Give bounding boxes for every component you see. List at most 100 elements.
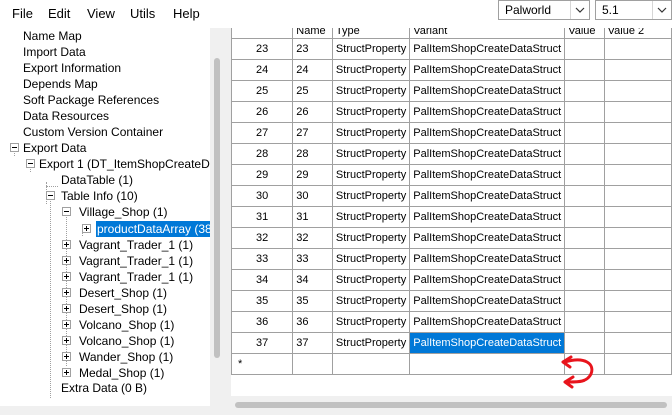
type-cell[interactable]: StructProperty (331, 248, 411, 270)
expand-icon[interactable] (62, 240, 71, 249)
row-index-cell[interactable]: 23 (231, 38, 294, 60)
collapse-icon[interactable] (26, 159, 35, 168)
expand-icon[interactable] (62, 352, 71, 361)
value-cell[interactable] (564, 164, 605, 186)
expand-icon[interactable] (62, 320, 71, 329)
table-row[interactable]: 33 33 StructProperty PalItemShopCreateDataS… (231, 248, 672, 270)
tree-item-desert-shop[interactable]: Desert_Shop (1) (78, 285, 168, 301)
tree-scrollbar-thumb[interactable] (214, 58, 220, 358)
name-cell[interactable]: 30 (292, 185, 333, 207)
row-index-cell[interactable]: 28 (231, 143, 294, 165)
table-row[interactable]: 34 34 StructProperty PalItemShopCreateDataS… (231, 269, 672, 291)
type-cell[interactable]: StructProperty (331, 80, 411, 102)
row-index-cell[interactable]: 32 (231, 227, 294, 249)
name-cell[interactable]: 32 (292, 227, 333, 249)
tree-item-export-information[interactable]: Export Information (22, 60, 122, 76)
value-2-cell[interactable] (603, 38, 672, 60)
value-cell[interactable] (564, 143, 605, 165)
tree-item-vagrant-trader[interactable]: Vagrant_Trader_1 (1) (78, 237, 194, 253)
expand-icon[interactable] (62, 288, 71, 297)
table-row[interactable]: 35 35 StructProperty PalItemShopCreateDataS… (231, 290, 672, 312)
type-cell[interactable]: StructProperty (331, 59, 411, 81)
tree-item-table-info[interactable]: Table Info (10) (60, 188, 139, 204)
game-select[interactable]: Palworld (498, 0, 590, 20)
name-cell[interactable]: 36 (292, 311, 333, 333)
value-cell[interactable] (564, 227, 605, 249)
tree-hscrollbar[interactable] (0, 406, 226, 415)
tree-item-medal-shop[interactable]: Medal_Shop (1) (78, 365, 165, 381)
name-cell[interactable]: 28 (292, 143, 333, 165)
row-index-cell[interactable]: 34 (231, 269, 294, 291)
table-row[interactable]: 29 29 StructProperty PalItemShopCreateDataS… (231, 164, 672, 186)
table-row[interactable]: 32 32 StructProperty PalItemShopCreateDataS… (231, 227, 672, 249)
value-cell[interactable] (564, 269, 605, 291)
table-row[interactable]: 23 23 StructProperty PalItemShopCreateDataS… (231, 38, 672, 60)
value-2-cell[interactable] (603, 101, 672, 123)
menu-edit[interactable]: Edit (48, 6, 70, 21)
column-header-value-2[interactable]: Value 2 (603, 28, 672, 39)
name-cell[interactable]: 27 (292, 122, 333, 144)
table-row[interactable]: 37 37 StructProperty PalItemShopCreateDataS… (231, 332, 672, 354)
row-index-cell[interactable]: 35 (231, 290, 294, 312)
row-index-cell[interactable]: 36 (231, 311, 294, 333)
value-2-cell[interactable] (603, 122, 672, 144)
collapse-icon[interactable] (10, 143, 19, 152)
table-row[interactable]: 26 26 StructProperty PalItemShopCreateDataS… (231, 101, 672, 123)
new-row-cell[interactable] (292, 353, 333, 375)
tree-item-export-1[interactable]: Export 1 (DT_ItemShopCreateData) (38, 156, 210, 172)
variant-cell[interactable]: PalItemShopCreateDataStruct (409, 185, 566, 207)
type-cell[interactable]: StructProperty (331, 227, 411, 249)
tree-item-village-shop[interactable]: Village_Shop (1) (78, 204, 169, 220)
type-cell[interactable]: StructProperty (331, 143, 411, 165)
name-cell[interactable]: 25 (292, 80, 333, 102)
tree-item-extra-data[interactable]: Extra Data (0 B) (60, 380, 148, 396)
tree-item-product-data-array[interactable]: productDataArray (38) (95, 220, 210, 238)
table-row[interactable]: 31 31 StructProperty PalItemShopCreateDataS… (231, 206, 672, 228)
value-2-cell[interactable] (603, 248, 672, 270)
value-2-cell[interactable] (603, 164, 672, 186)
row-index-cell[interactable]: 29 (231, 164, 294, 186)
variant-cell[interactable]: PalItemShopCreateDataStruct (409, 248, 566, 270)
menu-view[interactable]: View (87, 6, 115, 21)
column-header-variant[interactable]: Variant (409, 28, 566, 39)
value-cell[interactable] (564, 248, 605, 270)
value-cell[interactable] (564, 122, 605, 144)
variant-cell[interactable]: PalItemShopCreateDataStruct (409, 38, 566, 60)
type-cell[interactable]: StructProperty (331, 164, 411, 186)
new-row-cell[interactable] (409, 353, 566, 375)
row-index-cell[interactable]: 26 (231, 101, 294, 123)
name-cell[interactable]: 29 (292, 164, 333, 186)
variant-cell[interactable]: PalItemShopCreateDataStruct (409, 80, 566, 102)
tree-item-import-data[interactable]: Import Data (22, 44, 87, 60)
expand-icon[interactable] (62, 256, 71, 265)
tree-item-vagrant-trader[interactable]: Vagrant_Trader_1 (1) (78, 253, 194, 269)
name-cell[interactable]: 37 (292, 332, 333, 354)
row-index-cell[interactable]: 30 (231, 185, 294, 207)
row-index-cell[interactable]: 31 (231, 206, 294, 228)
property-grid[interactable]: Name Type Variant Value Value 2 23 23 Stru… (231, 28, 672, 396)
value-2-cell[interactable] (603, 80, 672, 102)
expand-icon[interactable] (62, 368, 71, 377)
type-cell[interactable]: StructProperty (331, 122, 411, 144)
value-cell[interactable] (564, 59, 605, 81)
tree-item-volcano-shop[interactable]: Volcano_Shop (1) (78, 333, 175, 349)
new-row-cell[interactable] (603, 353, 672, 375)
tree-item-export-data[interactable]: Export Data (22, 140, 87, 156)
type-cell[interactable]: StructProperty (331, 185, 411, 207)
value-cell[interactable] (564, 311, 605, 333)
variant-cell[interactable]: PalItemShopCreateDataStruct (409, 101, 566, 123)
variant-cell[interactable]: PalItemShopCreateDataStruct (409, 311, 566, 333)
menu-utils[interactable]: Utils (130, 6, 155, 21)
row-index-cell[interactable]: 24 (231, 59, 294, 81)
version-select[interactable]: 5.1 (595, 0, 672, 20)
tree-item-depends-map[interactable]: Depends Map (22, 76, 99, 92)
variant-cell[interactable]: PalItemShopCreateDataStruct (409, 164, 566, 186)
value-2-cell[interactable] (603, 206, 672, 228)
variant-cell[interactable]: PalItemShopCreateDataStruct (409, 59, 566, 81)
tree-item-data-resources[interactable]: Data Resources (22, 108, 110, 124)
collapse-icon[interactable] (62, 207, 71, 216)
tree-item-vagrant-trader[interactable]: Vagrant_Trader_1 (1) (78, 269, 194, 285)
value-2-cell[interactable] (603, 143, 672, 165)
expand-icon[interactable] (62, 336, 71, 345)
expand-icon[interactable] (82, 224, 91, 233)
